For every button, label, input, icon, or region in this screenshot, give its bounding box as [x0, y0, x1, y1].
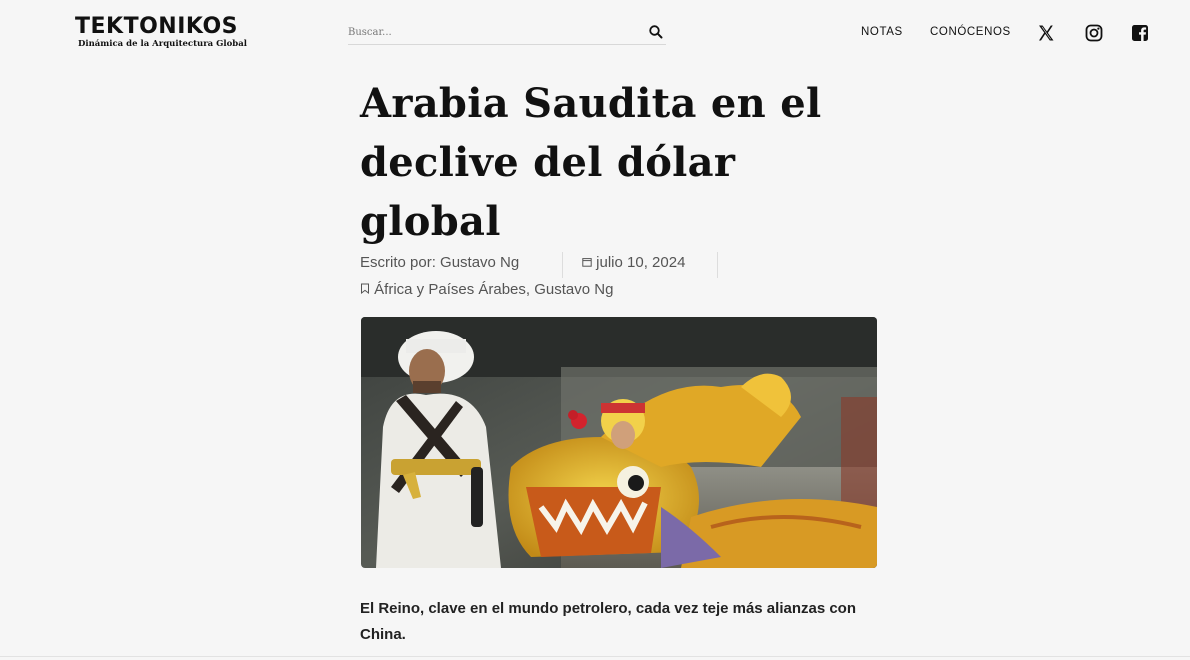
- meta-divider: [717, 252, 718, 278]
- tag-list[interactable]: África y Países Árabes, Gustavo Ng: [374, 281, 613, 298]
- search-icon[interactable]: [648, 24, 664, 40]
- page-divider: [0, 656, 1190, 657]
- title-line-2: declive del dólar: [360, 139, 736, 186]
- title-line-1: Arabia Saudita en el: [360, 80, 822, 127]
- site-header: TEKTONIKOS Dinámica de la Arquitectura G…: [0, 0, 1190, 70]
- search-input[interactable]: [348, 22, 628, 43]
- date-meta: julio 10, 2024: [582, 254, 685, 271]
- logo-name: TEKTONIKOS: [75, 14, 238, 39]
- facebook-icon[interactable]: [1130, 23, 1150, 43]
- nav-notas[interactable]: NOTAS: [861, 26, 903, 38]
- author-byline[interactable]: Escrito por: Gustavo Ng: [360, 254, 519, 271]
- calendar-icon: [582, 258, 592, 267]
- instagram-icon[interactable]: [1084, 23, 1104, 43]
- article-lead: El Reino, clave en el mundo petrolero, c…: [360, 600, 857, 643]
- search-box: [348, 22, 666, 45]
- bookmark-icon: [361, 283, 369, 294]
- logo-tagline: Dinámica de la Arquitectura Global: [78, 39, 247, 49]
- hero-image: [361, 317, 877, 568]
- article-title: Arabia Saudita en el declive del dólar g…: [360, 74, 880, 251]
- nav-conocenos[interactable]: CONÓCENOS: [930, 26, 1011, 38]
- site-logo[interactable]: TEKTONIKOS Dinámica de la Arquitectura G…: [75, 14, 247, 50]
- publish-date: julio 10, 2024: [596, 254, 686, 271]
- title-line-3: global: [360, 198, 501, 245]
- dragon-dance-photo: [361, 317, 877, 568]
- article-tags: África y Países Árabes, Gustavo Ng: [360, 281, 613, 298]
- x-twitter-icon[interactable]: [1036, 23, 1056, 43]
- meta-divider: [562, 252, 563, 278]
